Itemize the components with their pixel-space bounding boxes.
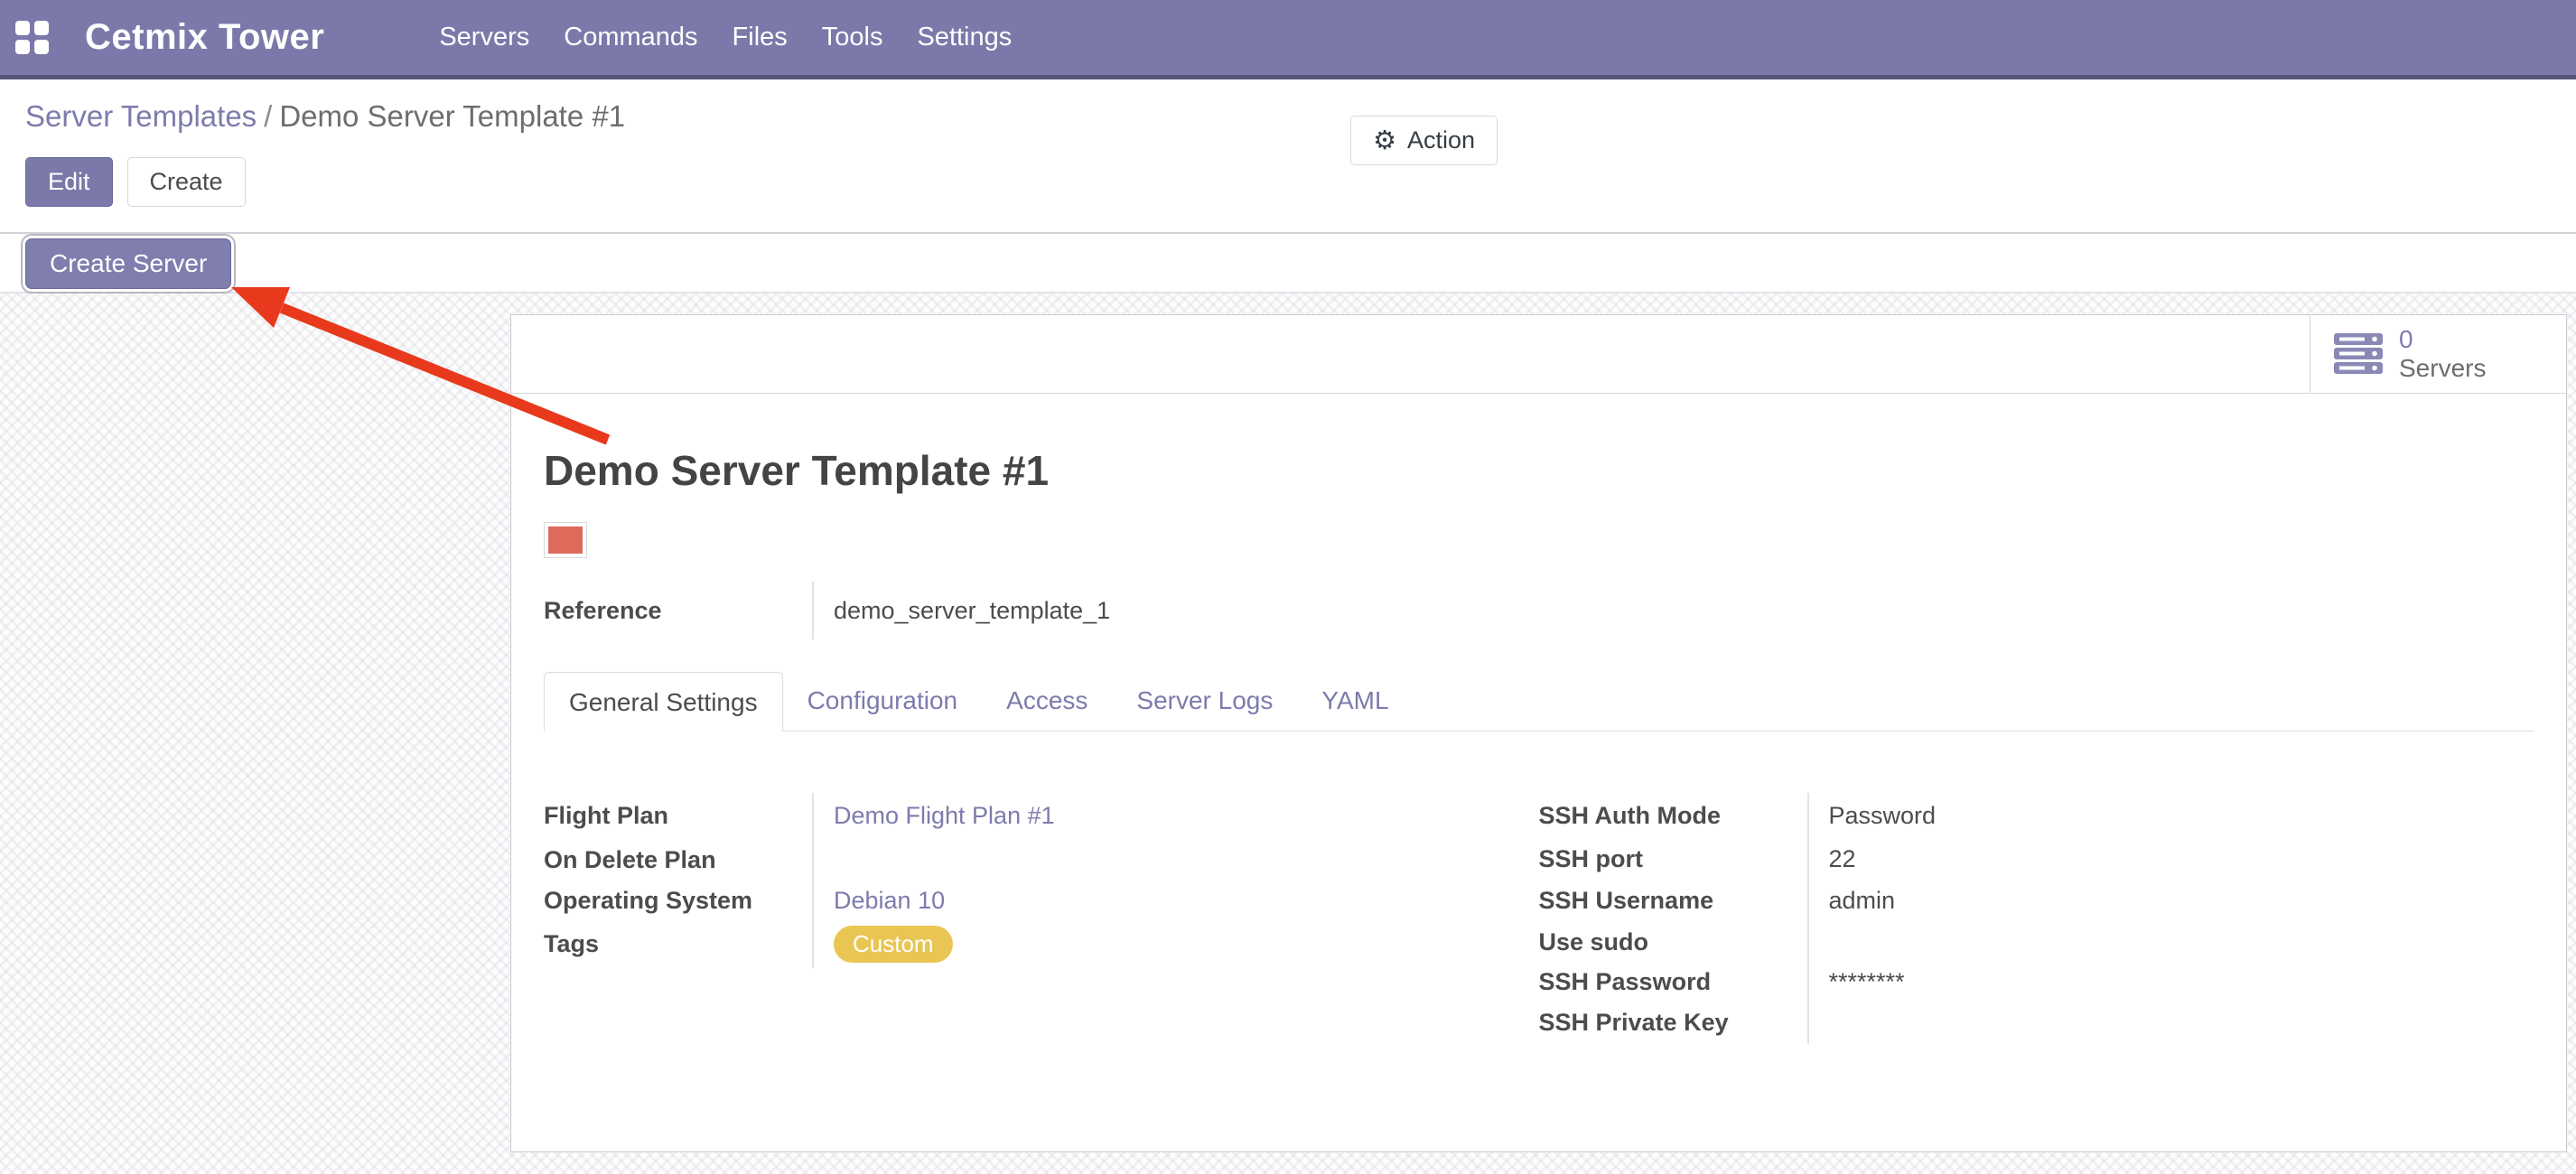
color-picker-swatch[interactable] bbox=[544, 522, 587, 558]
field-value-use-sudo bbox=[1807, 921, 2534, 963]
field-value-operating-system[interactable]: Debian 10 bbox=[812, 881, 1539, 919]
menu-item-servers[interactable]: Servers bbox=[422, 23, 546, 52]
app-title: Cetmix Tower bbox=[85, 17, 324, 58]
stat-text: 0 Servers bbox=[2399, 325, 2486, 383]
tab-yaml[interactable]: YAML bbox=[1297, 671, 1413, 731]
reference-group: Reference demo_server_template_1 bbox=[544, 582, 2534, 639]
field-label-ssh-private-key: SSH Private Key bbox=[1539, 1009, 1807, 1037]
field-label-ssh-auth-mode: SSH Auth Mode bbox=[1539, 802, 1807, 830]
tab-server-logs[interactable]: Server Logs bbox=[1112, 671, 1297, 731]
field-value-reference: demo_server_template_1 bbox=[812, 582, 2534, 639]
field-row-reference: Reference demo_server_template_1 bbox=[544, 582, 2534, 639]
top-navbar: Cetmix Tower Servers Commands Files Tool… bbox=[0, 0, 2576, 79]
field-label-tags: Tags bbox=[544, 930, 812, 958]
form-statusbar: Create Server bbox=[0, 234, 2576, 294]
control-panel: Server Templates/Demo Server Template #1… bbox=[0, 79, 2576, 234]
breadcrumb-parent-link[interactable]: Server Templates bbox=[25, 99, 257, 133]
field-group-left: Flight Plan Demo Flight Plan #1 On Delet… bbox=[544, 793, 1539, 1044]
form-card: 0 Servers Demo Server Template #1 Refere… bbox=[510, 314, 2567, 1152]
field-row-operating-system: Operating System Debian 10 bbox=[544, 881, 1539, 919]
field-label-operating-system: Operating System bbox=[544, 887, 812, 915]
menu-item-commands[interactable]: Commands bbox=[546, 23, 714, 52]
breadcrumb-current: Demo Server Template #1 bbox=[279, 99, 625, 133]
field-value-ssh-auth-mode: Password bbox=[1807, 793, 2534, 838]
field-value-ssh-private-key bbox=[1807, 1001, 2534, 1044]
menu-item-settings[interactable]: Settings bbox=[900, 23, 1029, 52]
apps-menu-button[interactable] bbox=[0, 21, 63, 54]
field-value-flight-plan[interactable]: Demo Flight Plan #1 bbox=[812, 793, 1539, 838]
tab-access[interactable]: Access bbox=[982, 671, 1112, 731]
main-content: 0 Servers Demo Server Template #1 Refere… bbox=[0, 294, 2576, 1174]
card-body: Demo Server Template #1 Reference demo_s… bbox=[511, 446, 2566, 1044]
action-button-label: Action bbox=[1407, 126, 1475, 154]
control-panel-buttons: Edit Create bbox=[25, 157, 2576, 207]
field-row-ssh-password: SSH Password ******** bbox=[1539, 963, 2534, 1001]
field-label-flight-plan: Flight Plan bbox=[544, 802, 812, 830]
field-group-right: SSH Auth Mode Password SSH port 22 SSH U… bbox=[1539, 793, 2534, 1044]
field-label-ssh-username: SSH Username bbox=[1539, 887, 1807, 915]
field-value-ssh-port: 22 bbox=[1807, 838, 2534, 880]
general-settings-groups: Flight Plan Demo Flight Plan #1 On Delet… bbox=[544, 793, 2534, 1044]
field-label-on-delete-plan: On Delete Plan bbox=[544, 846, 812, 874]
field-row-tags: Tags Custom bbox=[544, 919, 1539, 968]
edit-button[interactable]: Edit bbox=[25, 157, 113, 207]
record-title: Demo Server Template #1 bbox=[544, 446, 2534, 495]
menu-item-tools[interactable]: Tools bbox=[805, 23, 901, 52]
gear-icon: ⚙ bbox=[1373, 127, 1396, 154]
apps-grid-icon bbox=[15, 21, 49, 54]
notebook-tabs: General Settings Configuration Access Se… bbox=[544, 672, 2534, 731]
field-row-on-delete-plan: On Delete Plan bbox=[544, 838, 1539, 881]
menu-item-files[interactable]: Files bbox=[715, 23, 805, 52]
breadcrumb: Server Templates/Demo Server Template #1 bbox=[25, 99, 2576, 134]
field-row-ssh-username: SSH Username admin bbox=[1539, 880, 2534, 921]
breadcrumb-separator: / bbox=[257, 99, 279, 133]
field-label-ssh-port: SSH port bbox=[1539, 845, 1807, 873]
field-row-ssh-private-key: SSH Private Key bbox=[1539, 1001, 2534, 1044]
field-label-ssh-password: SSH Password bbox=[1539, 968, 1807, 996]
server-stack-icon bbox=[2334, 333, 2383, 375]
field-value-tags: Custom bbox=[812, 919, 1539, 968]
create-button[interactable]: Create bbox=[127, 157, 246, 207]
field-row-ssh-port: SSH port 22 bbox=[1539, 838, 2534, 880]
servers-stat-button[interactable]: 0 Servers bbox=[2310, 315, 2566, 393]
field-value-ssh-username: admin bbox=[1807, 880, 2534, 921]
field-row-flight-plan: Flight Plan Demo Flight Plan #1 bbox=[544, 793, 1539, 838]
tab-general-settings[interactable]: General Settings bbox=[544, 672, 783, 731]
card-header: 0 Servers bbox=[511, 315, 2566, 394]
field-value-on-delete-plan bbox=[812, 838, 1539, 881]
field-value-ssh-password: ******** bbox=[1807, 963, 2534, 1001]
main-menu: Servers Commands Files Tools Settings bbox=[422, 23, 1029, 52]
field-label-use-sudo: Use sudo bbox=[1539, 928, 1807, 956]
field-row-use-sudo: Use sudo bbox=[1539, 921, 2534, 963]
tab-configuration[interactable]: Configuration bbox=[783, 671, 983, 731]
color-swatch-fill bbox=[548, 526, 583, 554]
tag-badge-custom[interactable]: Custom bbox=[834, 926, 953, 963]
servers-count: 0 bbox=[2399, 325, 2486, 354]
field-label-reference: Reference bbox=[544, 597, 812, 625]
servers-label: Servers bbox=[2399, 354, 2486, 383]
action-button[interactable]: ⚙ Action bbox=[1350, 116, 1498, 165]
create-server-button[interactable]: Create Server bbox=[25, 238, 231, 289]
field-row-ssh-auth-mode: SSH Auth Mode Password bbox=[1539, 793, 2534, 838]
